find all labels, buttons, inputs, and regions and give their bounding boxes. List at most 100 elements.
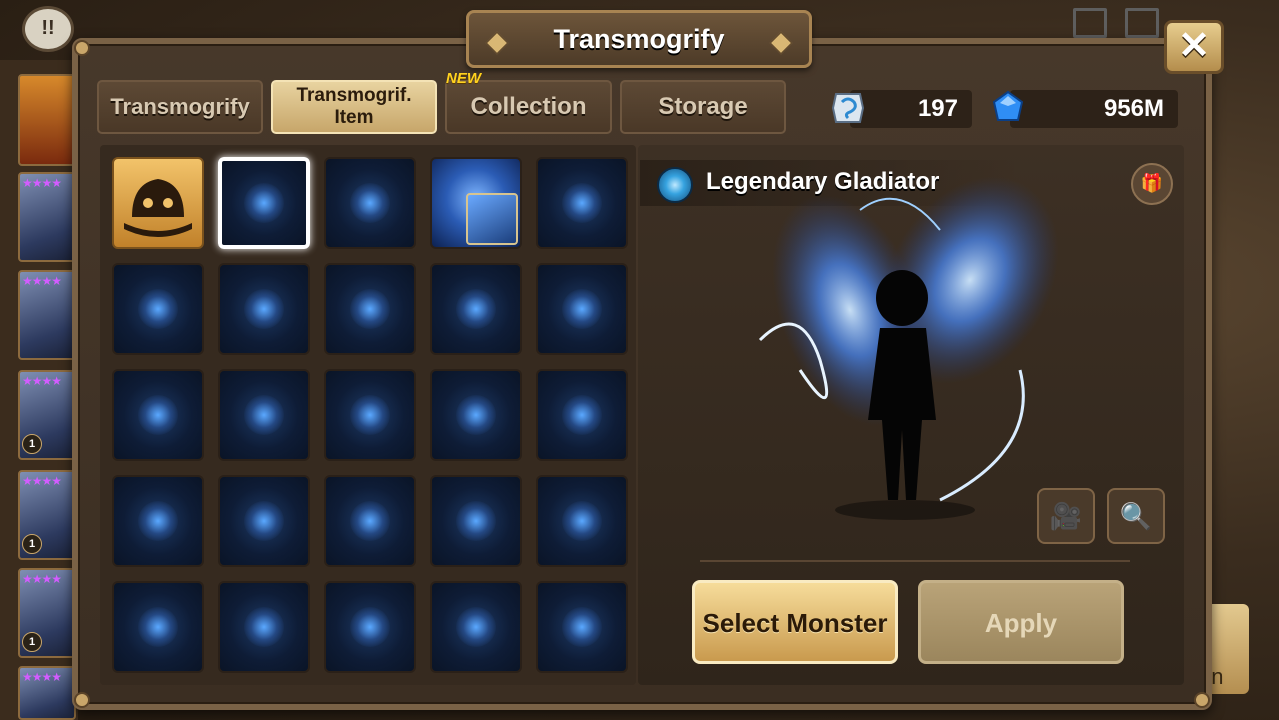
grid-icon[interactable] <box>1125 8 1159 38</box>
top-icons <box>1073 8 1159 38</box>
star-rating: ★★★★ <box>22 176 62 190</box>
select-monster-button[interactable]: Select Monster <box>692 580 898 664</box>
new-badge: NEW <box>446 70 481 87</box>
monster-thumb[interactable]: ★★★★ 1 <box>18 568 76 658</box>
effect-glow-icon <box>244 395 284 435</box>
tab-label: Storage <box>658 93 748 120</box>
item-cell-ring-effect[interactable] <box>430 581 522 673</box>
chat-icon[interactable]: !! <box>22 6 74 52</box>
effect-glow-icon <box>562 395 602 435</box>
corner-rivet <box>1194 692 1210 708</box>
spiral-icon <box>657 167 693 203</box>
effect-glow-icon <box>138 289 178 329</box>
effect-glow-icon <box>456 289 496 329</box>
transmog-stone-icon <box>831 93 865 123</box>
monster-thumb[interactable]: ★★★★ <box>18 666 76 720</box>
tab-label: Collection <box>470 93 587 120</box>
effect-glow-icon <box>456 395 496 435</box>
effect-glow-icon <box>562 183 602 223</box>
effect-glow-icon <box>138 501 178 541</box>
transmog-stone-value: 197 <box>917 95 958 122</box>
item-cell-wing-effect-small[interactable] <box>324 157 416 249</box>
item-cell-orb-effect[interactable] <box>112 263 204 355</box>
star-rating: ★★★★ <box>22 572 62 586</box>
tab-label: Transmogrify <box>110 94 250 119</box>
item-cell-mist-effect[interactable] <box>324 263 416 355</box>
effect-glow-icon <box>456 501 496 541</box>
item-cell-gold-helmet[interactable] <box>112 157 204 249</box>
window-icon[interactable] <box>1073 8 1107 38</box>
effect-glow-icon <box>350 607 390 647</box>
star-rating: ★★★★ <box>22 374 62 388</box>
item-cell-lightning-effect[interactable] <box>430 157 522 249</box>
item-cell-twinkle-effect[interactable] <box>430 369 522 461</box>
star-rating: ★★★★ <box>22 670 62 684</box>
tab-label: Transmogrif. Item <box>296 85 412 128</box>
monster-thumb[interactable] <box>18 74 76 166</box>
monster-thumb[interactable]: ★★★★ 1 <box>18 370 76 460</box>
item-cell-stars-effect[interactable] <box>324 369 416 461</box>
star-rating: ★★★★ <box>22 474 62 488</box>
transmog-stone-counter: 197 <box>850 90 972 128</box>
item-cell-ghost-effect[interactable] <box>430 263 522 355</box>
item-cell-meditation-effect[interactable] <box>218 581 310 673</box>
item-cell-rain-effect[interactable] <box>112 475 204 567</box>
diamond-ornament-icon <box>769 31 793 55</box>
item-cell-burst-effect[interactable] <box>536 581 628 673</box>
item-cell-hearts-effect[interactable] <box>112 369 204 461</box>
effect-glow-icon <box>562 501 602 541</box>
item-cell-smoke-effect[interactable] <box>536 263 628 355</box>
item-cell-vortex-effect[interactable] <box>536 475 628 567</box>
effect-glow-icon <box>350 183 390 223</box>
stage-divider <box>700 560 1130 562</box>
monster-thumb[interactable]: ★★★★ <box>18 172 76 262</box>
effect-glow-icon <box>350 395 390 435</box>
blue-crystal-icon <box>992 90 1024 121</box>
monster-thumb[interactable]: ★★★★ 1 <box>18 470 76 560</box>
apply-button[interactable]: Apply <box>918 580 1124 664</box>
close-button[interactable]: ✕ <box>1164 20 1224 74</box>
effect-glow-icon <box>456 607 496 647</box>
page-title: Transmogrify <box>553 23 725 54</box>
diamond-ornament-icon <box>485 31 509 55</box>
level-badge: 1 <box>22 534 42 554</box>
tab-storage[interactable]: Storage <box>620 80 786 134</box>
item-cell-wing-effect[interactable] <box>218 157 310 249</box>
tab-transmogrif-item[interactable]: Transmogrif. Item <box>271 80 437 134</box>
star-rating: ★★★★ <box>22 274 62 288</box>
item-cell-tornado-effect[interactable] <box>218 475 310 567</box>
item-cell-dragon-effect[interactable] <box>324 475 416 567</box>
helmet-icon <box>124 179 192 237</box>
effect-glow-icon <box>244 607 284 647</box>
effect-glow-icon <box>350 501 390 541</box>
effect-glow-icon <box>562 289 602 329</box>
level-badge: 1 <box>22 434 42 454</box>
level-badge: 1 <box>22 632 42 652</box>
effect-glow-icon <box>350 289 390 329</box>
effect-glow-icon <box>562 607 602 647</box>
item-cell-glow-effect[interactable] <box>536 157 628 249</box>
corner-rivet <box>74 692 90 708</box>
item-cell-fish-effect[interactable] <box>430 475 522 567</box>
monster-thumb[interactable]: ★★★★ <box>18 270 76 360</box>
monster-sidebar: ★★★★ ★★★★ ★★★★ 1 ★★★★ 1 ★★★★ 1 ★★★★ <box>0 60 78 720</box>
tab-collection[interactable]: Collection <box>445 80 612 134</box>
effect-glow-icon <box>244 501 284 541</box>
item-cell-grass-effect[interactable] <box>324 581 416 673</box>
zoom-in-icon[interactable]: 🔍 <box>1107 488 1165 544</box>
item-cell-sparkle-effect[interactable] <box>218 263 310 355</box>
title-plate: Transmogrify <box>466 10 812 68</box>
effect-glow-icon <box>138 395 178 435</box>
effect-glow-icon <box>244 289 284 329</box>
gift-icon[interactable]: 🎁 <box>1131 163 1173 205</box>
video-camera-icon[interactable]: 🎥 <box>1037 488 1095 544</box>
tab-transmogrify[interactable]: Transmogrify <box>97 80 263 134</box>
monster-portrait <box>466 193 518 245</box>
item-cell-aura-effect[interactable] <box>112 581 204 673</box>
item-cell-bubbles-effect[interactable] <box>218 369 310 461</box>
mana-crystal-counter: 956M <box>1010 90 1178 128</box>
character-preview <box>758 176 1059 520</box>
effect-glow-icon <box>244 183 284 223</box>
item-cell-flame-effect[interactable] <box>536 369 628 461</box>
effect-glow-icon <box>138 607 178 647</box>
